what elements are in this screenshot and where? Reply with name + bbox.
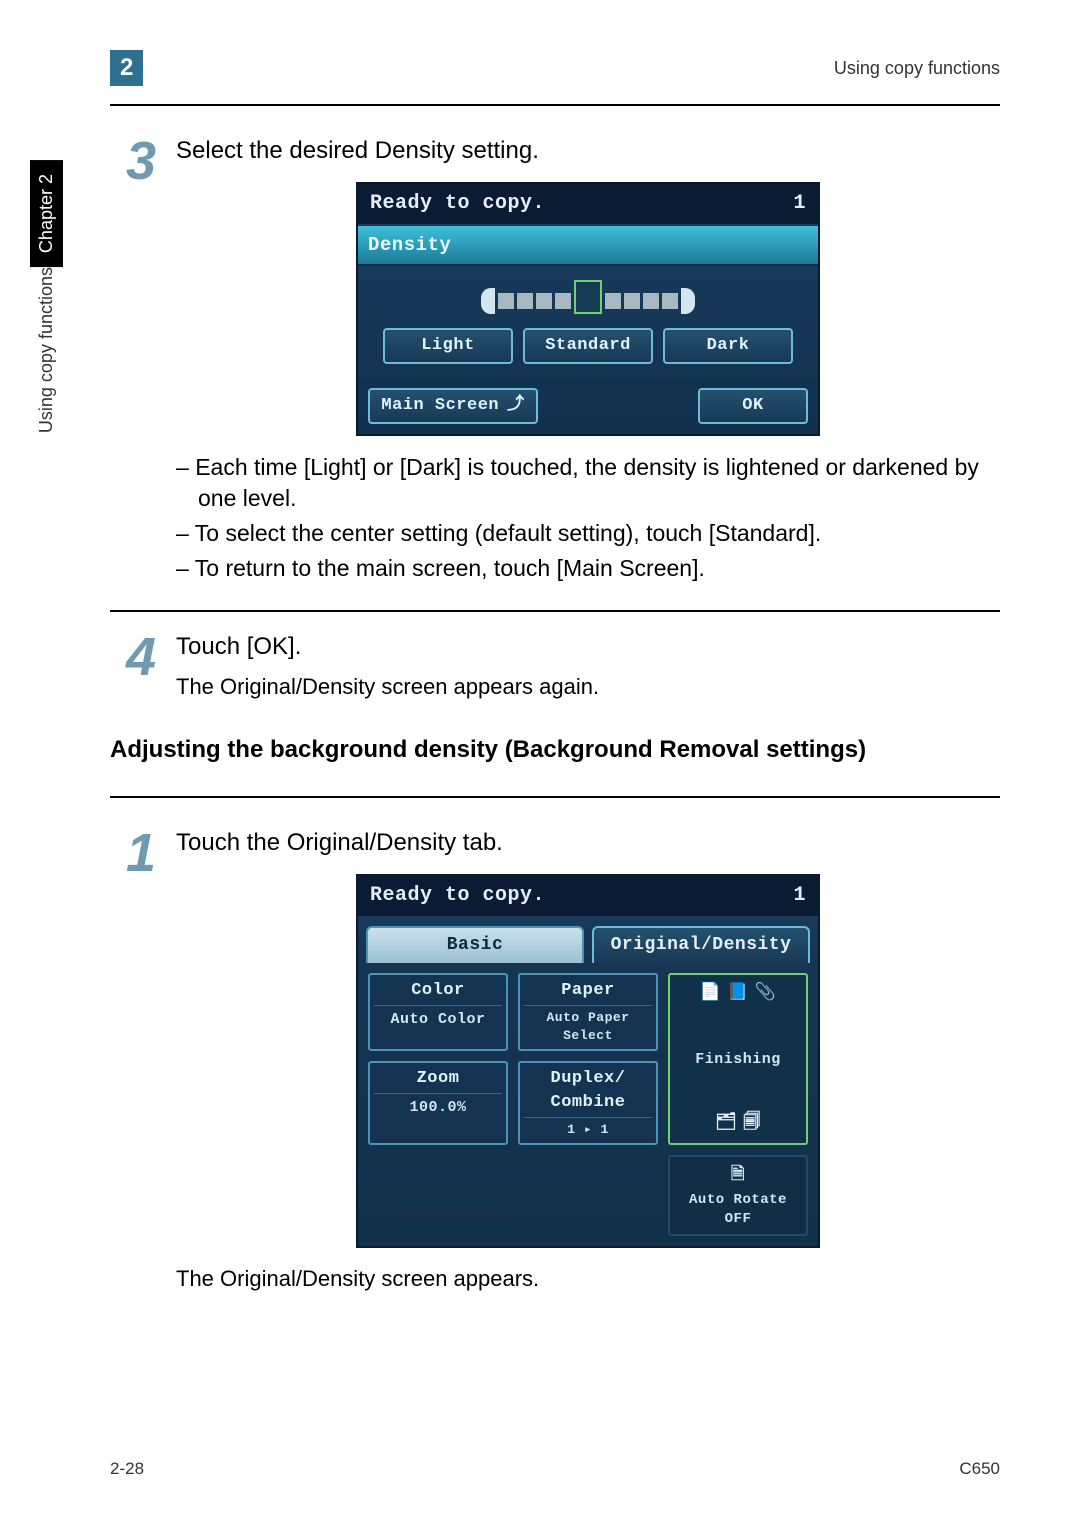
cell-value: 100.0% [374,1097,502,1118]
cell-header: Zoom [374,1067,502,1094]
footer-model: C650 [959,1459,1000,1479]
lcd-density-screen: Ready to copy. 1 Density Light Standard [356,182,820,436]
cell-header: Duplex/ Combine [524,1067,652,1118]
cell-header: Color [374,979,502,1006]
tab-basic[interactable]: Basic [366,926,584,963]
lcd-title: Density [358,226,818,267]
density-slider[interactable] [368,284,808,318]
finishing-icons: 📄📘📎 [674,982,802,1006]
bullet: To return to the main screen, touch [Mai… [176,553,1000,584]
main-screen-label: Main Screen [381,394,499,418]
page-header: 2 Using copy functions [110,50,1000,86]
tab-original-density[interactable]: Original/Density [592,926,810,963]
step-4-instruction: Touch [OK]. [176,630,1000,664]
step-number: 3 [110,134,156,188]
bullet: To select the center setting (default se… [176,518,1000,549]
cell-header: Paper [524,979,652,1006]
bullet: Each time [Light] or [Dark] is touched, … [176,452,1000,514]
cell-value: Auto Color [374,1009,502,1030]
cell-value: Auto Rotate OFF [689,1192,787,1228]
step-number: 1 [110,826,156,880]
color-cell[interactable]: Color Auto Color [368,973,508,1051]
slider-indicator[interactable] [574,280,602,314]
page-footer: 2-28 C650 [110,1459,1000,1479]
step-4: 4 Touch [OK]. The Original/Density scree… [110,610,1000,710]
step-3: 3 Select the desired Density setting. Re… [110,134,1000,588]
step-1: 1 Touch the Original/Density tab. Ready … [110,826,1000,1303]
finishing-cell[interactable]: 📄📘📎 Finishing 🗂🗐 [668,973,808,1145]
side-section-label: Using copy functions [36,267,57,451]
footer-page: 2-28 [110,1459,144,1479]
cell-value: Auto Paper Select [524,1009,652,1045]
finishing-icons-2: 🗂🗐 [674,1112,802,1136]
lcd-count: 1 [793,190,806,218]
paper-cell[interactable]: Paper Auto Paper Select [518,973,658,1051]
lcd-status: Ready to copy. [370,190,545,218]
standard-button[interactable]: Standard [523,328,653,364]
step-4-sub: The Original/Density screen appears agai… [176,672,1000,703]
cell-value: Finishing [674,1049,802,1070]
duplex-cell[interactable]: Duplex/ Combine 1 ▸ 1 [518,1061,658,1145]
step-1-instruction: Touch the Original/Density tab. [176,826,1000,860]
return-icon: ⤴ [507,394,525,418]
step-3-bullets: Each time [Light] or [Dark] is touched, … [176,452,1000,584]
autorotate-icon: 🗎 [674,1164,802,1188]
auto-rotate-cell[interactable]: 🗎 Auto Rotate OFF [668,1155,808,1236]
section-heading: Adjusting the background density (Backgr… [110,736,1000,764]
dark-button[interactable]: Dark [663,328,793,364]
cell-value: 1 ▸ 1 [524,1121,652,1139]
header-title: Using copy functions [834,58,1000,79]
chapter-number-box: 2 [110,50,143,86]
zoom-cell[interactable]: Zoom 100.0% [368,1061,508,1145]
side-chapter-tab: Chapter 2 Using copy functions [30,160,63,451]
light-button[interactable]: Light [383,328,513,364]
step-number: 4 [110,630,156,684]
main-screen-button[interactable]: Main Screen ⤴ [368,388,538,424]
slider-cap-left [481,288,495,314]
step-3-instruction: Select the desired Density setting. [176,134,1000,168]
lcd-count: 1 [793,882,806,910]
lcd-basic-screen: Ready to copy. 1 Basic Original/Density … [356,874,820,1248]
step-1-after: The Original/Density screen appears. [176,1264,1000,1295]
slider-cap-right [681,288,695,314]
side-chapter-box: Chapter 2 [30,160,63,267]
ok-button[interactable]: OK [698,388,808,424]
lcd-status: Ready to copy. [370,882,545,910]
